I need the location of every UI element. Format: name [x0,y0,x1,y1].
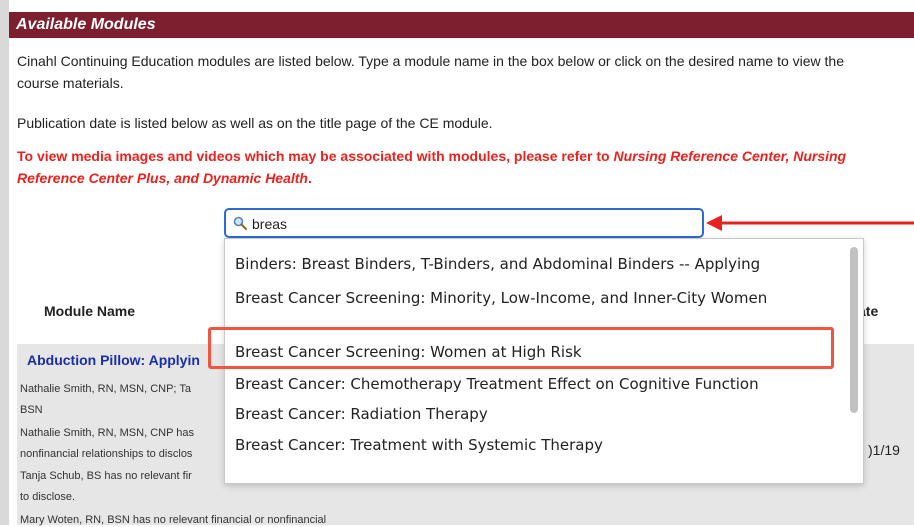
autocomplete-option[interactable]: Breast Cancer: Chemotherapy Treatment Ef… [235,375,759,393]
author-line: BSN [20,404,43,416]
highlight-annotation [208,327,834,369]
page-title: Available Modules [16,16,156,33]
red-arrow-annotation [706,215,914,231]
media-warning-prefix: To view media images and videos which ma… [17,148,614,164]
module-search-input[interactable] [252,214,692,234]
autocomplete-option[interactable]: Binders: Breast Binders, T-Binders, and … [235,255,760,273]
author-line: Nathalie Smith, RN, MSN, CNP; Ta [20,383,191,395]
module-link[interactable]: Abduction Pillow: Applyin [27,352,200,368]
magnifier-icon [233,216,247,230]
disclosure-line: nonfinancial relationships to disclos [20,448,193,460]
intro-text: Cinahl Continuing Education modules are … [17,53,845,91]
column-header-module-name[interactable]: Module Name [44,303,135,319]
autocomplete-option[interactable]: Breast Cancer Screening: Minority, Low-I… [235,287,825,309]
autocomplete-option[interactable]: Breast Cancer: Radiation Therapy [235,405,488,423]
disclosure-line: to disclose. [20,491,76,503]
disclosure-line: Nathalie Smith, RN, MSN, CNP has [20,427,195,439]
dropdown-scrollbar[interactable] [850,247,858,413]
media-warning-suffix: . [308,170,312,186]
media-warning: To view media images and videos which ma… [17,145,887,189]
publication-date: )1/19 [868,442,900,458]
disclosure-line: Tanja Schub, BS has no relevant fir [20,470,192,482]
available-modules-header: Available Modules [9,12,914,38]
module-search-box[interactable] [224,208,704,238]
autocomplete-option[interactable]: Breast Cancer: Treatment with Systemic T… [235,436,603,454]
publication-note: Publication date is listed below as well… [17,115,493,131]
left-border-rule [0,0,9,525]
